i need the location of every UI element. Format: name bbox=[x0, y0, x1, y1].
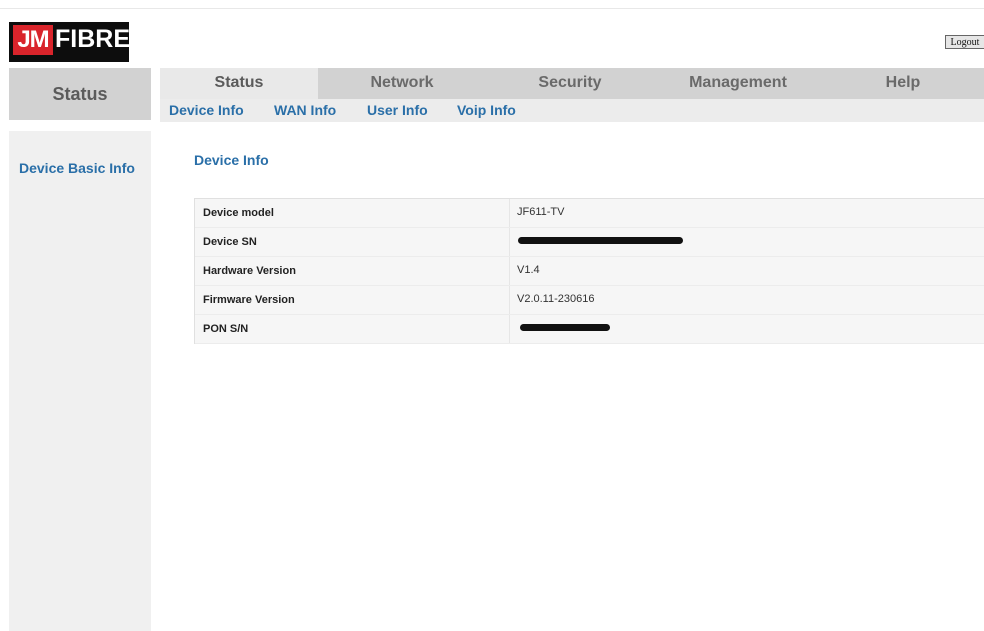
table-row: Device model JF611-TV bbox=[195, 199, 984, 228]
tab-help[interactable]: Help bbox=[822, 68, 984, 99]
logout-button[interactable]: Logout bbox=[945, 35, 984, 49]
row-value: V1.4 bbox=[517, 264, 540, 276]
logo-wordmark: FIBRE bbox=[55, 25, 130, 53]
subtab-user-info[interactable]: User Info bbox=[367, 101, 428, 119]
row-key: Hardware Version bbox=[203, 265, 296, 277]
table-row: PON S/N bbox=[195, 315, 984, 344]
column-divider bbox=[509, 257, 510, 285]
subtab-device-info[interactable]: Device Info bbox=[169, 101, 244, 119]
jm-fibre-logo: JM FIBRE bbox=[9, 22, 130, 62]
header-divider bbox=[0, 8, 984, 9]
redaction-mark bbox=[518, 237, 683, 244]
device-info-table: Device model JF611-TV Device SN Hardware… bbox=[194, 198, 984, 344]
table-row: Device SN bbox=[195, 228, 984, 257]
row-key: PON S/N bbox=[203, 323, 249, 335]
table-row: Hardware Version V1.4 bbox=[195, 257, 984, 286]
row-key: Device SN bbox=[203, 236, 257, 248]
page-title: Device Info bbox=[194, 152, 269, 168]
sidebar-item-device-basic-info[interactable]: Device Basic Info bbox=[19, 160, 135, 176]
column-divider bbox=[509, 199, 510, 227]
row-key: Firmware Version bbox=[203, 294, 295, 306]
main-tab-bar: Status Network Security Management Help bbox=[160, 68, 984, 99]
section-header: Status bbox=[9, 68, 151, 120]
tab-network[interactable]: Network bbox=[318, 68, 486, 99]
tab-security[interactable]: Security bbox=[486, 68, 654, 99]
table-row: Firmware Version V2.0.11-230616 bbox=[195, 286, 984, 315]
column-divider bbox=[509, 286, 510, 314]
section-title: Status bbox=[52, 84, 108, 104]
row-key: Device model bbox=[203, 207, 274, 219]
tab-status[interactable]: Status bbox=[160, 68, 318, 99]
subtab-voip-info[interactable]: Voip Info bbox=[457, 101, 516, 119]
subtab-wan-info[interactable]: WAN Info bbox=[274, 101, 336, 119]
tab-management[interactable]: Management bbox=[654, 68, 822, 99]
row-value: V2.0.11-230616 bbox=[517, 293, 595, 305]
sub-tab-bar: Device Info WAN Info User Info Voip Info bbox=[160, 99, 984, 122]
redaction-mark bbox=[520, 324, 610, 331]
column-divider bbox=[509, 228, 510, 256]
logo-mark: JM bbox=[13, 25, 53, 55]
sidebar: Device Basic Info bbox=[9, 131, 151, 631]
column-divider bbox=[509, 315, 510, 343]
row-value: JF611-TV bbox=[517, 206, 565, 218]
